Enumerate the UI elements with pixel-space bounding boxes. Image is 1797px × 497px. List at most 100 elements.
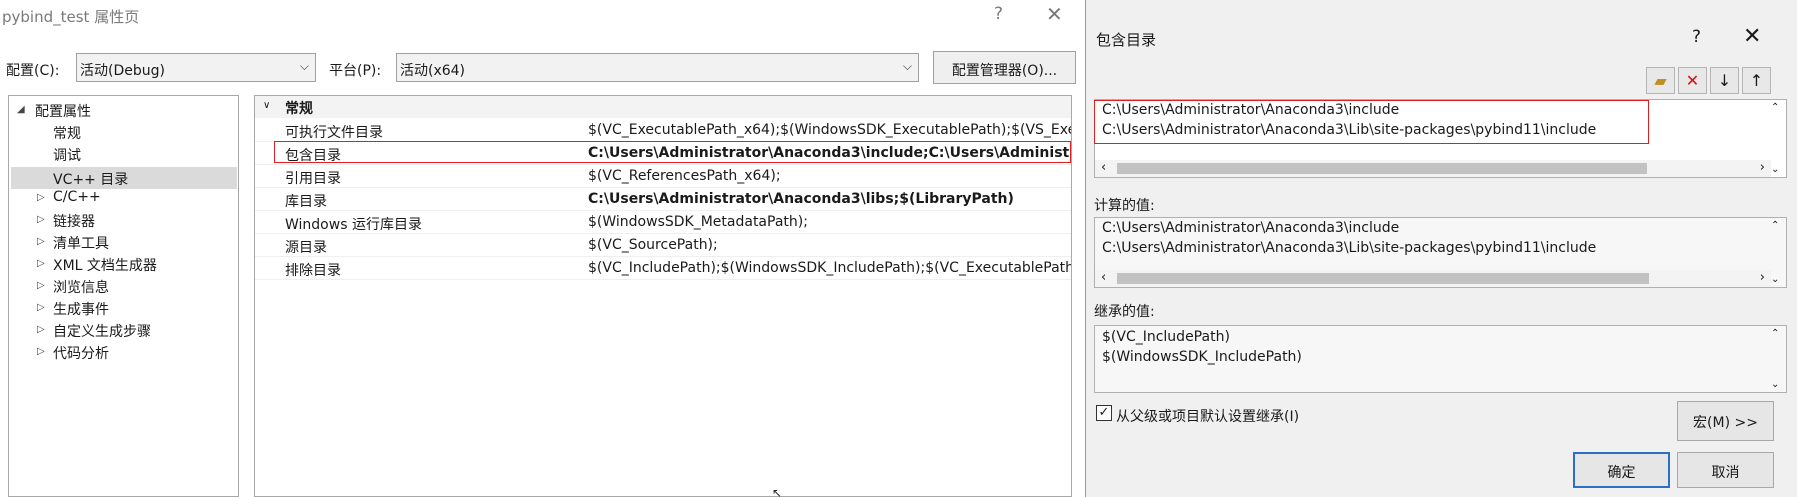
grid-row-winrt-dirs[interactable]: Windows 运行库目录 $(WindowsSDK_MetadataPath)… [255,211,1071,234]
scroll-right-icon[interactable]: › [1760,270,1765,285]
horizontal-scrollbar[interactable]: ‹ › [1095,270,1771,287]
inherited-entry: $(WindowsSDK_IncludePath) [1102,349,1302,365]
property-value: C:\Users\Administrator\Anaconda3\libs;$(… [588,191,1014,207]
tree-root[interactable]: ◢ 配置属性 [13,101,237,123]
grid-row-library-dirs[interactable]: 库目录 C:\Users\Administrator\Anaconda3\lib… [255,188,1071,211]
tree-item-label: C/C++ [53,189,101,205]
property-value: $(VC_IncludePath);$(WindowsSDK_IncludePa… [588,260,1072,276]
scroll-up-icon[interactable]: ⌃ [1771,220,1779,231]
property-name: 可执行文件目录 [285,125,383,141]
property-grid: ∨ 常规 可执行文件目录 $(VC_ExecutablePath_x64);$(… [254,95,1072,497]
expanded-arrow-icon: ◢ [17,104,25,115]
chevron-down-icon: ⌵ [902,59,912,73]
tree-item-label: XML 文档生成器 [53,258,157,274]
property-value: $(WindowsSDK_MetadataPath); [588,214,808,230]
tree-item-linker[interactable]: ▷ 链接器 [11,211,237,233]
dialog-close-button[interactable]: ✕ [1743,24,1761,49]
tree-item-label: VC++ 目录 [53,172,129,188]
scroll-down-icon[interactable]: ⌄ [1771,274,1779,285]
tree-item-code-analysis[interactable]: ▷ 代码分析 [11,343,237,365]
checkmark-icon: ✓ [1098,405,1110,420]
scroll-thumb[interactable] [1117,273,1649,284]
property-value: $(VC_SourcePath); [588,237,718,253]
inherited-values-box: $(VC_IncludePath) $(WindowsSDK_IncludePa… [1094,325,1787,393]
grid-row-exclude-dirs[interactable]: 排除目录 $(VC_IncludePath);$(WindowsSDK_Incl… [255,257,1071,280]
property-name: 库目录 [285,194,327,210]
scroll-left-icon[interactable]: ‹ [1101,270,1106,285]
collapsed-arrow-icon: ▷ [37,346,45,357]
tree-item-cpp[interactable]: ▷ C/C++ [11,189,237,211]
platform-combo[interactable]: 活动(x64) ⌵ [396,53,919,82]
inherited-label: 继承的值: [1094,304,1155,320]
arrow-up-icon[interactable]: ↑ [1742,67,1771,94]
new-folder-icon[interactable]: ▰ [1646,67,1675,94]
property-name: 源目录 [285,240,327,256]
tree-item-manifest-tool[interactable]: ▷ 清单工具 [11,233,237,255]
tree-item-label: 自定义生成步骤 [53,324,151,340]
platform-label: 平台(P): [329,63,382,79]
tree-item-label: 链接器 [53,214,95,230]
grid-row-source-dirs[interactable]: 源目录 $(VC_SourcePath); [255,234,1071,257]
property-tree: ◢ 配置属性 常规 调试 VC++ 目录 ▷ C/C++ ▷ 链接器 ▷ 清单工… [8,95,239,497]
collapsed-arrow-icon: ▷ [37,192,45,203]
collapsed-arrow-icon: ▷ [37,236,45,247]
include-dirs-dialog: 包含目录 ? ✕ ▰ ✕ ↓ ↑ C:\Users\Administrator\… [1085,0,1797,497]
inherit-checkbox-label[interactable]: 从父级或项目默认设置继承(I) [1116,406,1299,426]
section-title: 常规 [285,101,313,117]
tree-item-label: 浏览信息 [53,280,109,296]
tree-item-label: 代码分析 [53,346,109,362]
collapsed-arrow-icon: ▷ [37,214,45,225]
collapsed-arrow-icon: ▷ [37,324,45,335]
close-button[interactable]: ✕ [1046,2,1063,26]
tree-root-label: 配置属性 [35,104,91,120]
scroll-left-icon[interactable]: ‹ [1101,160,1106,175]
cancel-button[interactable]: 取消 [1677,452,1774,488]
config-manager-button[interactable]: 配置管理器(O)... [933,51,1076,84]
tree-item-custom-build-step[interactable]: ▷ 自定义生成步骤 [11,321,237,343]
tree-item-xml-doc-generator[interactable]: ▷ XML 文档生成器 [11,255,237,277]
highlight-box [274,141,1071,163]
tree-item-vc-directories[interactable]: VC++ 目录 [11,167,237,189]
scroll-right-icon[interactable]: › [1760,160,1765,175]
property-name: 排除目录 [285,263,341,279]
config-value: 活动(Debug) [80,63,165,79]
scroll-down-icon[interactable]: ⌄ [1771,164,1779,175]
scroll-up-icon[interactable]: ⌃ [1771,102,1779,113]
collapsed-arrow-icon: ▷ [37,280,45,291]
mouse-cursor-icon: ↖ [772,486,783,497]
horizontal-scrollbar[interactable]: ‹ › [1095,160,1771,177]
property-value: $(VC_ExecutablePath_x64);$(WindowsSDK_Ex… [588,122,1071,138]
help-button[interactable]: ? [994,4,1003,24]
evaluated-label: 计算的值: [1094,198,1155,214]
config-combo[interactable]: 活动(Debug) ⌵ [76,53,316,82]
arrow-down-icon[interactable]: ↓ [1710,67,1739,94]
ok-button[interactable]: 确定 [1573,452,1670,488]
tree-item-label: 清单工具 [53,236,109,252]
scroll-up-icon[interactable]: ⌃ [1771,328,1779,339]
property-value: $(VC_ReferencesPath_x64); [588,168,781,184]
grid-row-reference-dirs[interactable]: 引用目录 $(VC_ReferencesPath_x64); [255,165,1071,188]
vertical-scrollbar[interactable]: ⌃ ⌄ [1769,218,1786,287]
grid-row-executable-dirs[interactable]: 可执行文件目录 $(VC_ExecutablePath_x64);$(Windo… [255,119,1071,142]
tree-item-build-events[interactable]: ▷ 生成事件 [11,299,237,321]
tree-item-debugging[interactable]: 调试 [11,145,237,167]
scroll-down-icon[interactable]: ⌄ [1771,379,1779,390]
tree-item-label: 调试 [53,148,81,164]
delete-icon[interactable]: ✕ [1678,67,1707,94]
collapsed-arrow-icon: ▷ [37,302,45,313]
evaluated-entry: C:\Users\Administrator\Anaconda3\include [1102,220,1400,236]
dialog-help-button[interactable]: ? [1692,27,1701,47]
inherit-checkbox[interactable]: ✓ [1096,405,1112,421]
vertical-scrollbar[interactable]: ⌃ ⌄ [1769,326,1786,392]
tree-item-general[interactable]: 常规 [11,123,237,145]
tree-item-label: 常规 [53,126,81,142]
property-pages-window: pybind_test 属性页 ? ✕ 配置(C): 活动(Debug) ⌵ 平… [0,0,1085,497]
grid-section-header[interactable]: ∨ 常规 [255,96,1071,118]
inherited-entry: $(VC_IncludePath) [1102,329,1230,345]
vertical-scrollbar[interactable]: ⌃ ⌄ [1769,100,1786,177]
tree-item-browse-info[interactable]: ▷ 浏览信息 [11,277,237,299]
scroll-thumb[interactable] [1117,163,1647,174]
highlight-box [1094,100,1649,144]
evaluated-values-box: C:\Users\Administrator\Anaconda3\include… [1094,217,1787,288]
macro-button[interactable]: 宏(M) >> [1677,401,1774,441]
